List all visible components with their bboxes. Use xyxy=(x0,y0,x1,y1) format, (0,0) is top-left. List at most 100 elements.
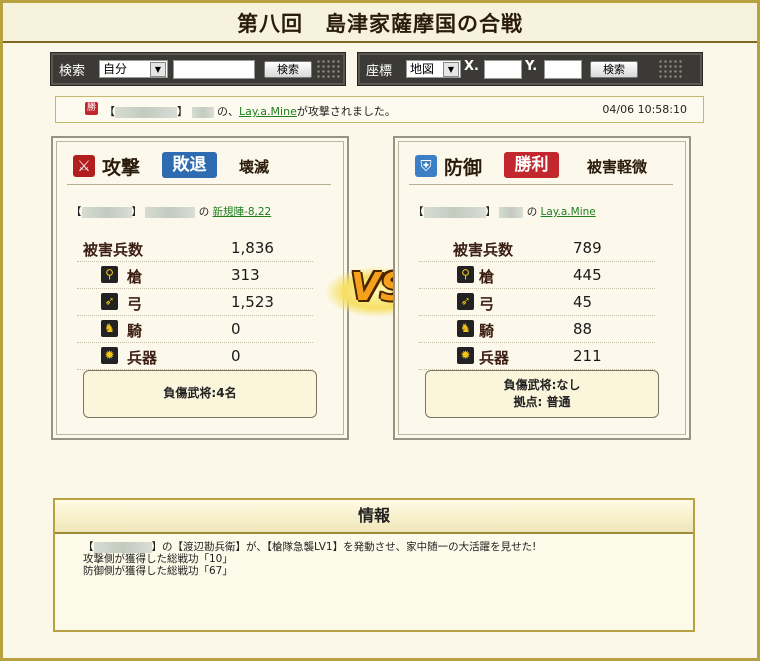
stat-label: 兵器 xyxy=(127,349,158,367)
chevron-down-icon: ▼ xyxy=(443,62,459,77)
coordinate-bar: 座標 地図 ▼ X. Y. 検索 xyxy=(357,52,703,86)
stat-value: 313 xyxy=(231,266,260,284)
stat-row-cavalry: ♞ 騎 88 xyxy=(419,316,655,343)
stat-label: 槍 xyxy=(479,268,495,286)
horse-icon: ♞ xyxy=(101,320,118,337)
defense-header: ⛨ 防御 勝利 被害軽微 xyxy=(409,150,673,185)
base-status: 拠点: 普通 xyxy=(513,395,571,409)
redacted-alliance xyxy=(81,206,132,218)
redacted-player xyxy=(499,206,524,218)
info-line-defense-merit: 防御側が獲得した総戦功「67」 xyxy=(83,565,233,577)
stat-label: 弓 xyxy=(127,295,143,313)
map-select[interactable]: 地図 ▼ xyxy=(406,60,461,78)
spear-icon: ⚲ xyxy=(457,266,474,283)
stat-row-siege: ✹ 兵器 0 xyxy=(77,343,313,370)
stat-value: 1,836 xyxy=(231,239,274,257)
search-input[interactable] xyxy=(173,60,255,79)
stat-value: 211 xyxy=(573,347,602,365)
notice-message: 【】 の、Lay.a.Mineが攻撃されました。 xyxy=(104,105,396,118)
attack-side-label: 攻撃 xyxy=(102,157,141,179)
map-select-value: 地図 xyxy=(410,62,435,76)
search-button[interactable]: 検索 xyxy=(264,61,312,78)
attack-summary-box: 負傷武将:4名 xyxy=(83,370,317,418)
redacted-alliance xyxy=(423,206,486,218)
stat-row-siege: ✹ 兵器 211 xyxy=(419,343,655,370)
stat-value: 1,523 xyxy=(231,293,274,311)
chevron-down-icon: ▼ xyxy=(150,62,166,77)
info-line-attack-merit: 攻撃側が獲得した総戦功「10」 xyxy=(83,553,233,565)
stat-label: 槍 xyxy=(127,268,143,286)
attack-panel: ⚔ 攻撃 敗退 壊滅 【】 の 新規陣-8,22 被害兵数 1,836 ⚲ 槍 … xyxy=(51,136,349,440)
stat-row-total: 被害兵数 789 xyxy=(419,235,655,262)
defeat-badge: 敗退 xyxy=(162,152,217,178)
defense-damage-level: 被害軽微 xyxy=(587,158,648,176)
target-link[interactable]: Lay.a.Mine xyxy=(239,105,297,118)
stat-label: 兵器 xyxy=(479,349,510,367)
battle-report-frame: 第八回 島津家薩摩国の合戦 検索 自分 ▼ 検索 座標 地図 ▼ X. Y. 検… xyxy=(0,0,760,661)
stat-row-cavalry: ♞ 騎 0 xyxy=(77,316,313,343)
bow-icon: ➶ xyxy=(101,293,118,310)
defense-wounded-generals: 負傷武将:なし xyxy=(503,378,581,392)
victory-badge-icon: 勝 xyxy=(85,102,98,115)
stat-label: 被害兵数 xyxy=(453,241,514,259)
notice-timestamp: 04/06 10:58:10 xyxy=(602,103,687,116)
x-coordinate-input[interactable] xyxy=(484,60,522,79)
search-scope-value: 自分 xyxy=(103,62,128,76)
stat-row-bow: ➶ 弓 45 xyxy=(419,289,655,316)
stat-label: 騎 xyxy=(479,322,495,340)
redacted-alliance xyxy=(115,106,177,118)
bow-icon: ➶ xyxy=(457,293,474,310)
redacted-player xyxy=(191,106,214,118)
horse-icon: ♞ xyxy=(457,320,474,337)
stat-value: 445 xyxy=(573,266,602,284)
attack-loss-table: 被害兵数 1,836 ⚲ 槍 313 ➶ 弓 1,523 ♞ 騎 0 ✹ 兵器 xyxy=(77,235,313,370)
bar-ornament xyxy=(316,59,342,79)
title-bar: 第八回 島津家薩摩国の合戦 xyxy=(3,3,757,43)
x-label: X. xyxy=(464,59,479,74)
defender-info: 【】 の Lay.a.Mine xyxy=(413,206,596,218)
stat-value: 0 xyxy=(231,320,241,338)
coordinate-label: 座標 xyxy=(366,64,393,79)
stat-row-spear: ⚲ 槍 445 xyxy=(419,262,655,289)
info-lines: 【】の【渡辺勘兵衛】が、【槍隊急襲LV1】を発動させ、家中随一の大活躍を見せた!… xyxy=(83,541,536,577)
defense-loss-table: 被害兵数 789 ⚲ 槍 445 ➶ 弓 45 ♞ 騎 88 ✹ 兵器 211 xyxy=(419,235,655,370)
y-label: Y. xyxy=(525,59,538,74)
siege-icon: ✹ xyxy=(457,347,474,364)
crossed-swords-icon: ⚔ xyxy=(73,155,95,177)
stat-row-total: 被害兵数 1,836 xyxy=(77,235,313,262)
search-bar: 検索 自分 ▼ 検索 xyxy=(50,52,346,86)
spear-icon: ⚲ xyxy=(101,266,118,283)
redacted-player xyxy=(145,206,196,218)
search-label: 検索 xyxy=(59,64,86,79)
info-box: 情報 【】の【渡辺勘兵衛】が、【槍隊急襲LV1】を発動させ、家中随一の大活躍を見… xyxy=(53,498,695,632)
search-scope-select[interactable]: 自分 ▼ xyxy=(99,60,168,78)
stat-label: 弓 xyxy=(479,295,495,313)
stat-row-bow: ➶ 弓 1,523 xyxy=(77,289,313,316)
defense-summary-box: 負傷武将:なし 拠点: 普通 xyxy=(425,370,659,418)
stat-value: 45 xyxy=(573,293,593,311)
attack-wounded-generals: 負傷武将:4名 xyxy=(163,386,237,400)
attack-header: ⚔ 攻撃 敗退 壊滅 xyxy=(67,150,331,185)
defense-side-label: 防御 xyxy=(444,157,483,179)
helmet-icon: ⛨ xyxy=(415,155,437,177)
bar-ornament xyxy=(658,59,684,79)
attacker-info: 【】 の 新規陣-8,22 xyxy=(71,206,272,218)
stat-label: 騎 xyxy=(127,322,143,340)
stat-row-spear: ⚲ 槍 313 xyxy=(77,262,313,289)
info-line-skill: 【】の【渡辺勘兵衛】が、【槍隊急襲LV1】を発動させ、家中随一の大活躍を見せた! xyxy=(83,541,537,553)
redacted-player xyxy=(93,541,152,553)
siege-icon: ✹ xyxy=(101,347,118,364)
attack-damage-level: 壊滅 xyxy=(239,158,270,176)
info-title: 情報 xyxy=(55,500,693,534)
stat-label: 被害兵数 xyxy=(83,241,144,259)
stat-value: 0 xyxy=(231,347,241,365)
defense-panel: ⛨ 防御 勝利 被害軽微 【】 の Lay.a.Mine 被害兵数 789 ⚲ … xyxy=(393,136,691,440)
attacker-camp-link[interactable]: 新規陣-8,22 xyxy=(213,206,272,218)
defender-base-link[interactable]: Lay.a.Mine xyxy=(541,206,596,218)
stat-value: 88 xyxy=(573,320,593,338)
coordinate-search-button[interactable]: 検索 xyxy=(590,61,638,78)
y-coordinate-input[interactable] xyxy=(544,60,582,79)
victory-badge: 勝利 xyxy=(504,152,559,178)
battle-notice: 勝 【】 の、Lay.a.Mineが攻撃されました。 04/06 10:58:1… xyxy=(55,96,704,123)
stat-value: 789 xyxy=(573,239,602,257)
